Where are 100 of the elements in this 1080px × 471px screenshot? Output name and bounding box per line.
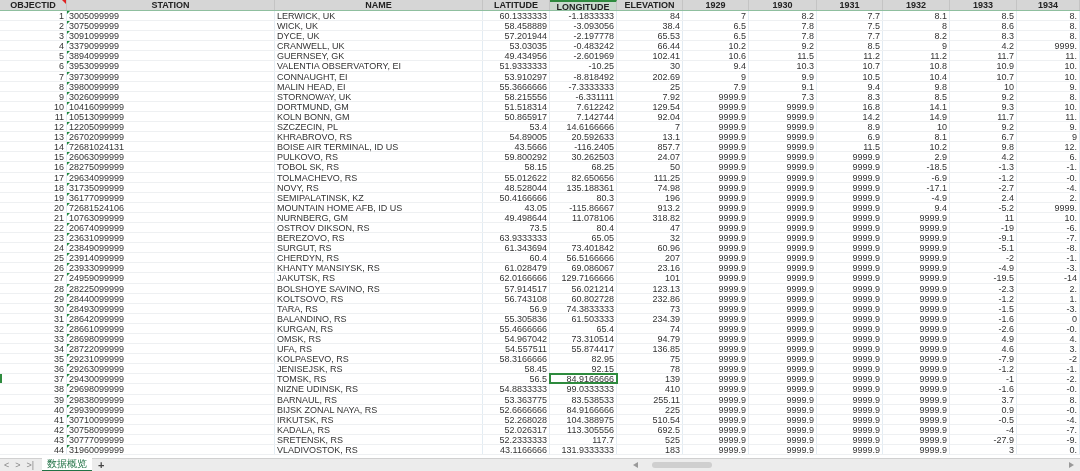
table-cell: 9999.9	[749, 344, 817, 354]
table-cell: 52.026317	[483, 424, 550, 434]
table-cell: 3.	[1017, 344, 1080, 354]
table-cell: 202.69	[617, 71, 683, 81]
table-cell: 9999.9	[749, 384, 817, 394]
table-cell: -115.86667	[550, 202, 617, 212]
table-cell: 27	[0, 273, 67, 283]
table-cell: 3973099999	[69, 71, 120, 82]
table-cell: 29838099999	[69, 394, 125, 405]
sheet-tab[interactable]: 数据概览	[42, 458, 92, 471]
table-cell: 9999.9	[749, 424, 817, 434]
table-cell: -3.	[1017, 263, 1080, 273]
table-cell: 9999.9	[749, 323, 817, 333]
table-cell: TOLMACHEVO, RS	[275, 172, 483, 182]
table-cell: -14	[1017, 273, 1080, 283]
table-cell: 9999.9	[883, 243, 950, 253]
column-header[interactable]: 1933	[950, 0, 1017, 10]
column-header[interactable]: 1934	[1017, 0, 1080, 10]
table-cell: 8.	[1017, 91, 1080, 101]
table-cell: 9999.9	[749, 404, 817, 414]
table-cell: 7.8	[749, 21, 817, 31]
column-header[interactable]: OBJECTID	[0, 0, 67, 10]
table-cell: 11	[950, 212, 1017, 222]
table-cell: SEMIPALATINSK, KZ	[275, 192, 483, 202]
table-cell: 9999.9	[817, 192, 883, 202]
table-cell: 9999.9	[883, 222, 950, 233]
error-indicator-icon	[67, 394, 70, 398]
table-cell: 8.3	[817, 91, 883, 101]
table-cell: 53.910297	[483, 71, 550, 81]
column-header[interactable]: NAME	[275, 0, 483, 10]
table-cell: 8.5	[817, 41, 883, 51]
table-cell: 9999.9	[749, 122, 817, 132]
column-header[interactable]: LONGITUDE	[550, 0, 617, 10]
table-cell: 225	[617, 404, 683, 414]
table-cell: 9999.9	[817, 233, 883, 243]
table-cell: 9999.9	[683, 253, 749, 263]
table-cell: 9999.9	[883, 303, 950, 313]
table-cell: 29263099999	[69, 364, 125, 375]
table-cell: 7.7	[817, 11, 883, 21]
error-indicator-icon	[67, 323, 70, 327]
table-cell: 32	[617, 233, 683, 243]
error-indicator-icon	[67, 71, 70, 75]
table-cell: 60.802728	[550, 293, 617, 303]
table-cell: 9999.9	[749, 364, 817, 374]
table-cell: KURGAN, RS	[275, 323, 483, 333]
table-cell: 9.4	[817, 81, 883, 91]
error-indicator-icon	[67, 293, 70, 297]
table-cell: 136.85	[617, 344, 683, 354]
table-cell: 11.2	[883, 51, 950, 61]
table-cell: 9999.9	[683, 394, 749, 404]
table-cell: BIJSK ZONAL NAYA, RS	[275, 404, 483, 414]
scrollbar-thumb[interactable]	[652, 462, 712, 468]
table-cell: 1.	[1017, 293, 1080, 303]
table-cell: -1.2	[950, 293, 1017, 303]
table-cell: GUERNSEY, GK	[275, 51, 483, 61]
table-cell: 11.5	[749, 51, 817, 61]
table-cell: 52.6666666	[483, 404, 550, 414]
scroll-right-icon[interactable]	[1069, 462, 1074, 468]
table-cell: -17.1	[883, 182, 950, 192]
table-cell: -2.197778	[550, 31, 617, 41]
table-cell: 9.8	[883, 81, 950, 91]
table-cell: 9999.9	[683, 434, 749, 445]
column-header[interactable]: 1932	[883, 0, 950, 10]
table-cell: 129.7166666	[550, 273, 617, 283]
table-cell: 8.5	[883, 91, 950, 101]
column-header[interactable]: 1929	[683, 0, 749, 10]
add-sheet-button[interactable]: +	[98, 459, 105, 471]
table-cell: STORNOWAY, UK	[275, 91, 483, 101]
column-header[interactable]: ELEVATION	[617, 0, 683, 10]
table-cell: 29939099999	[69, 404, 125, 415]
table-cell: 9999.9	[683, 202, 749, 212]
column-header[interactable]: STATION	[67, 0, 275, 10]
table-cell: 3980099999	[69, 81, 120, 92]
table-cell: -2	[1017, 354, 1080, 364]
table-cell: 9999.9	[817, 334, 883, 344]
table-cell: 232.86	[617, 293, 683, 303]
table-cell: 92.04	[617, 111, 683, 122]
table-cell: 9999.9	[883, 445, 950, 455]
column-header[interactable]: 1930	[749, 0, 817, 10]
scroll-left-icon[interactable]	[633, 462, 638, 468]
table-cell: -3.	[1017, 303, 1080, 313]
table-cell: 9999.9	[749, 434, 817, 445]
table-cell: KHRABROVO, RS	[275, 132, 483, 142]
table-cell: 19	[0, 192, 67, 202]
table-cell: 1	[0, 11, 67, 21]
table-cell: 33	[0, 334, 67, 344]
error-indicator-icon	[67, 212, 70, 216]
table-cell: 56.021214	[550, 283, 617, 293]
error-indicator-icon	[67, 142, 70, 146]
table-cell: 23849099999	[69, 243, 125, 254]
table-cell: -2	[950, 253, 1017, 263]
table-cell: 9999.9	[883, 404, 950, 414]
table-cell: 10.3	[749, 61, 817, 71]
table-cell: 9999.9	[683, 111, 749, 122]
column-header[interactable]: 1931	[817, 0, 883, 10]
table-cell: 10.	[1017, 71, 1080, 81]
table-cell: 0.	[1017, 445, 1080, 455]
table-cell: 9999.9	[749, 253, 817, 263]
table-cell: OSTROV DIKSON, RS	[275, 222, 483, 233]
table-cell: 857.7	[617, 142, 683, 152]
